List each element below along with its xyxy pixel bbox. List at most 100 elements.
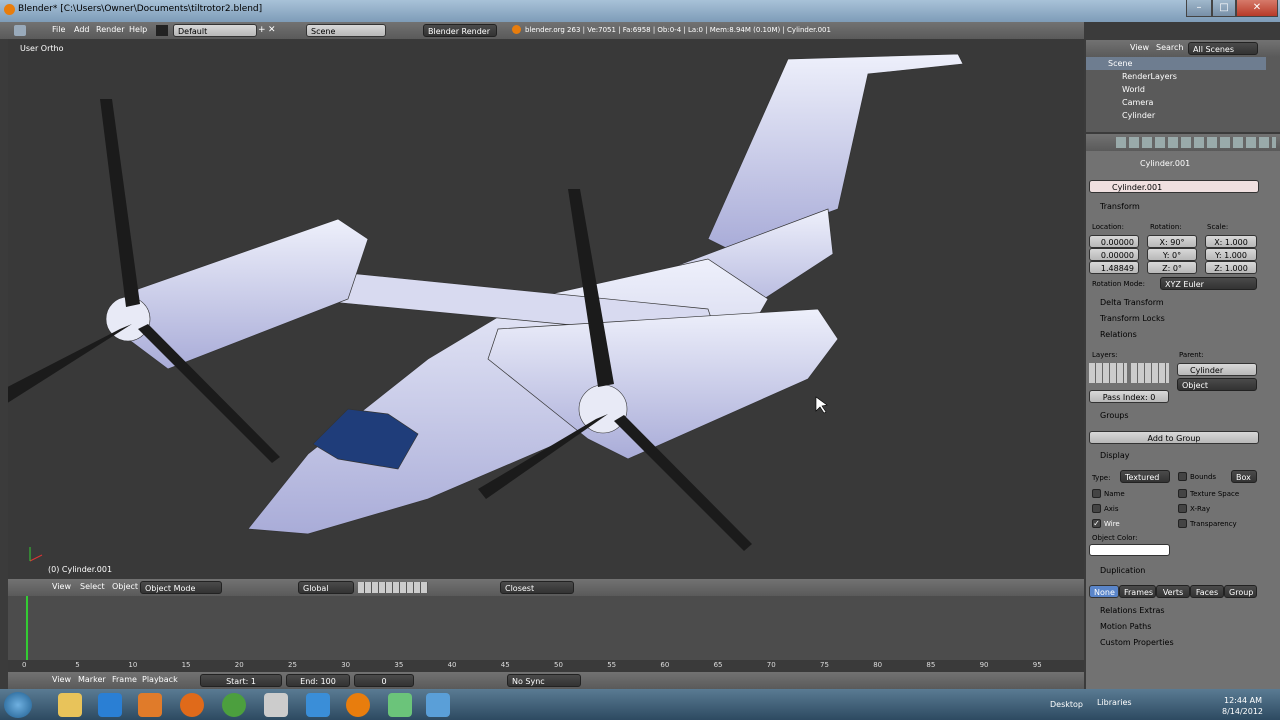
desktop-toolbar[interactable]: Desktop [1050, 700, 1083, 709]
rotation-z-field[interactable]: Z: 0° [1147, 261, 1197, 274]
bounds-type-select[interactable]: Box [1231, 470, 1257, 483]
scale-y-field[interactable]: Y: 1.000 [1205, 248, 1257, 261]
object-name-field[interactable]: Cylinder.001 [1089, 180, 1259, 193]
layer-buttons[interactable] [358, 582, 428, 593]
app-icon[interactable] [264, 693, 288, 717]
transform-orientation-select[interactable]: Global [298, 581, 354, 594]
app-icon-3[interactable] [388, 693, 412, 717]
menu-add[interactable]: Add [74, 25, 90, 34]
delta-transform-header[interactable]: Delta Transform [1100, 298, 1164, 307]
object-layers[interactable] [1089, 363, 1127, 383]
object-layers-2[interactable] [1131, 363, 1169, 383]
relations-header[interactable]: Relations [1100, 330, 1137, 339]
name-checkbox[interactable] [1092, 489, 1101, 498]
xray-checkbox[interactable] [1178, 504, 1187, 513]
editor-type-icon[interactable] [14, 25, 26, 36]
close-button[interactable]: ✕ [1236, 0, 1278, 17]
scene-field[interactable]: Scene [306, 24, 386, 37]
dup-frames-button[interactable]: Frames [1119, 585, 1156, 598]
app-icon-4[interactable] [426, 693, 450, 717]
tl-menu-marker[interactable]: Marker [78, 675, 106, 684]
media-player-icon[interactable] [138, 693, 162, 717]
end-frame-field[interactable]: End: 100 [286, 674, 350, 687]
transform-locks-header[interactable]: Transform Locks [1100, 314, 1165, 323]
object-color-swatch[interactable] [1089, 544, 1170, 556]
menu-render[interactable]: Render [96, 25, 124, 34]
tl-menu-playback[interactable]: Playback [142, 675, 178, 684]
duplication-header[interactable]: Duplication [1100, 566, 1145, 575]
dup-faces-button[interactable]: Faces [1190, 585, 1224, 598]
current-frame-field[interactable]: 0 [354, 674, 414, 687]
scale-z-field[interactable]: Z: 1.000 [1205, 261, 1257, 274]
outliner-filter-select[interactable]: All Scenes [1188, 42, 1258, 55]
relations-extras-header[interactable]: Relations Extras [1100, 606, 1165, 615]
outliner-item-world[interactable]: World [1086, 83, 1266, 96]
transparency-checkbox[interactable] [1178, 519, 1187, 528]
add-to-group-button[interactable]: Add to Group [1089, 431, 1259, 444]
timeline-tick-label: 55 [607, 661, 617, 669]
display-header[interactable]: Display [1100, 451, 1130, 460]
pass-index-field[interactable]: Pass Index: 0 [1089, 390, 1169, 403]
wire-checkbox[interactable]: ✓ [1092, 519, 1101, 528]
rotation-mode-select[interactable]: XYZ Euler [1160, 277, 1257, 290]
axis-checkbox[interactable] [1092, 504, 1101, 513]
menu-select[interactable]: Select [80, 582, 105, 591]
menu-view[interactable]: View [52, 582, 71, 591]
texture-space-checkbox[interactable] [1178, 489, 1187, 498]
menu-object[interactable]: Object [112, 582, 138, 591]
blender-logo-icon [4, 4, 15, 15]
mode-select[interactable]: Object Mode [140, 581, 222, 594]
menu-help[interactable]: Help [129, 25, 147, 34]
start-frame-field[interactable]: Start: 1 [200, 674, 282, 687]
tl-menu-view[interactable]: View [52, 675, 71, 684]
explorer-icon[interactable] [58, 693, 82, 717]
display-type-select[interactable]: Textured [1120, 470, 1170, 483]
maximize-button[interactable]: □ [1212, 0, 1236, 17]
chrome-icon[interactable] [222, 693, 246, 717]
layout-close-icon[interactable]: ✕ [268, 25, 276, 35]
tiltrotor-model[interactable] [8, 39, 1084, 579]
snap-target-select[interactable]: Closest [500, 581, 574, 594]
location-y-field[interactable]: 0.00000 [1089, 248, 1139, 261]
render-engine-select[interactable]: Blender Render [423, 24, 497, 37]
groups-header[interactable]: Groups [1100, 411, 1129, 420]
scale-x-field[interactable]: X: 1.000 [1205, 235, 1257, 248]
outliner-item-renderlayers[interactable]: RenderLayers [1086, 70, 1266, 83]
ol-menu-view[interactable]: View [1130, 43, 1149, 52]
outliner-item-cylinder[interactable]: Cylinder [1086, 109, 1266, 122]
rotation-x-field[interactable]: X: 90° [1147, 235, 1197, 248]
ol-menu-search[interactable]: Search [1156, 43, 1183, 52]
location-x-field[interactable]: 0.00000 [1089, 235, 1139, 248]
outliner[interactable]: Scene RenderLayers World Camera Cylinder [1086, 57, 1280, 132]
blender-taskbar-icon[interactable] [346, 693, 370, 717]
minimize-button[interactable]: – [1186, 0, 1212, 17]
layout-add-icon[interactable]: + [258, 25, 266, 35]
custom-properties-header[interactable]: Custom Properties [1100, 638, 1174, 647]
outliner-item-camera[interactable]: Camera [1086, 96, 1266, 109]
motion-paths-header[interactable]: Motion Paths [1100, 622, 1151, 631]
parent-type-select[interactable]: Object [1177, 378, 1257, 391]
firefox-icon[interactable] [180, 693, 204, 717]
properties-context-tabs[interactable] [1116, 137, 1276, 148]
layout-field[interactable]: Default [173, 24, 257, 37]
libraries-toolbar[interactable]: Libraries [1097, 698, 1132, 707]
transform-panel-header[interactable]: Transform [1100, 202, 1140, 211]
app-icon-2[interactable] [306, 693, 330, 717]
menu-file[interactable]: File [52, 25, 65, 34]
clock-time[interactable]: 12:44 AM [1224, 696, 1262, 705]
rotation-y-field[interactable]: Y: 0° [1147, 248, 1197, 261]
sync-select[interactable]: No Sync [507, 674, 581, 687]
location-z-field[interactable]: 1.48849 [1089, 261, 1139, 274]
bounds-checkbox[interactable] [1178, 472, 1187, 481]
3d-viewport[interactable]: User Ortho (0) Cylinder.001 [8, 39, 1084, 579]
dup-group-button[interactable]: Group [1224, 585, 1257, 598]
timeline[interactable]: 0 5 10 15 20 25 30 35 40 45 50 55 60 65 70 75 80 85 90 95 [8, 596, 1084, 672]
internet-explorer-icon[interactable] [98, 693, 122, 717]
dup-verts-button[interactable]: Verts [1156, 585, 1190, 598]
tl-menu-frame[interactable]: Frame [112, 675, 137, 684]
dup-none-button[interactable]: None [1089, 585, 1119, 598]
start-button[interactable] [4, 692, 32, 718]
parent-field[interactable]: Cylinder [1177, 363, 1257, 376]
outliner-item-scene[interactable]: Scene [1086, 57, 1266, 70]
clock-date[interactable]: 8/14/2012 [1222, 707, 1263, 716]
